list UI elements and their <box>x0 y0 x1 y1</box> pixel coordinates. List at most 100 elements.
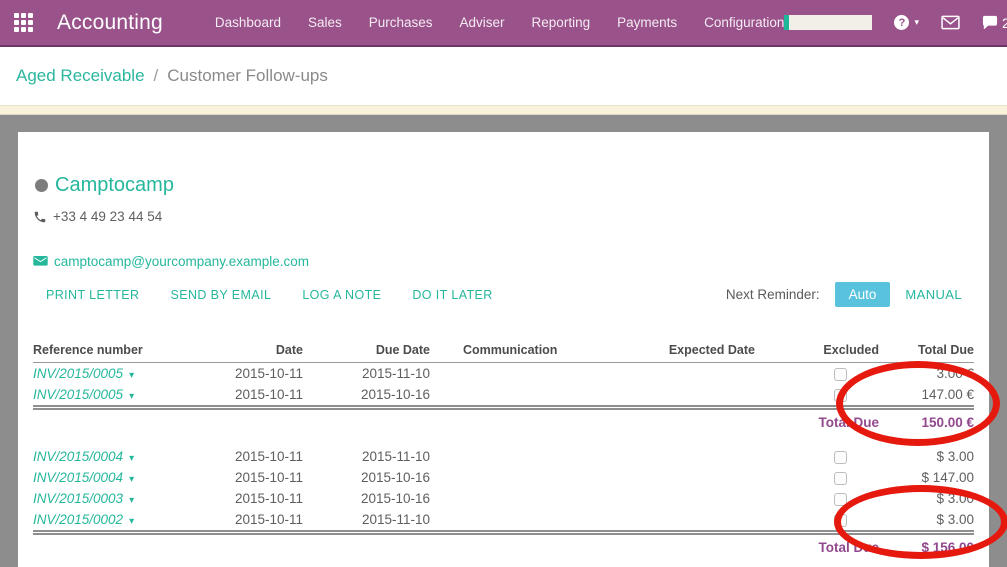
invoice-ref-link[interactable]: INV/2015/0004 <box>33 449 123 464</box>
invoice-expected-date <box>633 363 793 385</box>
invoice-ref-link[interactable]: INV/2015/0005 <box>33 366 123 381</box>
caret-down-icon[interactable]: ▾ <box>129 474 134 485</box>
print-letter-button[interactable]: PRINT LETTER <box>46 288 139 302</box>
breadcrumb: Aged Receivable / Customer Follow-ups <box>0 47 1007 105</box>
excluded-checkbox[interactable] <box>834 451 847 464</box>
partner-status-dot-icon <box>35 179 48 192</box>
invoice-communication <box>463 467 633 488</box>
nav-payments[interactable]: Payments <box>617 15 677 30</box>
nav-sales[interactable]: Sales <box>308 15 342 30</box>
caret-down-icon[interactable]: ▾ <box>129 495 134 506</box>
table-header-row: Reference number Date Due Date Communica… <box>33 340 974 363</box>
apps-menu-icon[interactable] <box>14 13 33 32</box>
table-row: INV/2015/0002▾ 2015-10-11 2015-11-10 $ 3… <box>33 509 974 533</box>
invoice-due-date: 2015-10-16 <box>333 488 463 509</box>
breadcrumb-current: Customer Follow-ups <box>167 66 328 86</box>
invoice-due-date: 2015-11-10 <box>333 509 463 533</box>
nav-reporting[interactable]: Reporting <box>532 15 591 30</box>
col-header-communication: Communication <box>463 340 633 363</box>
group-total-row: Total Due $ 156.00 <box>33 533 974 559</box>
send-by-email-button[interactable]: SEND BY EMAIL <box>170 288 271 302</box>
total-due-label: Total Due <box>793 408 888 434</box>
invoice-communication <box>463 509 633 533</box>
main-nav: Dashboard Sales Purchases Adviser Report… <box>215 15 785 30</box>
customer-name[interactable]: Camptocamp <box>55 174 174 197</box>
invoice-date: 2015-10-11 <box>233 467 333 488</box>
chevron-down-icon: ▾ <box>914 17 919 28</box>
reminder-auto-button[interactable]: Auto <box>835 282 891 307</box>
envelope-icon <box>33 256 48 268</box>
customer-email-link[interactable]: camptocamp@yourcompany.example.com <box>54 254 309 269</box>
nav-configuration[interactable]: Configuration <box>704 15 784 30</box>
table-row: INV/2015/0004▾ 2015-10-11 2015-10-16 $ 1… <box>33 467 974 488</box>
table-row: INV/2015/0004 ▾ 2015-10-11 2015-11-10 $ 3… <box>33 446 974 467</box>
invoice-ref-link[interactable]: INV/2015/0003 <box>33 491 123 506</box>
invoice-date: 2015-10-11 <box>233 363 333 385</box>
col-header-excluded: Excluded <box>793 340 888 363</box>
invoice-date: 2015-10-11 <box>233 509 333 533</box>
nav-purchases[interactable]: Purchases <box>369 15 433 30</box>
excluded-checkbox[interactable] <box>834 514 847 527</box>
followup-invoice-table: Reference number Date Due Date Communica… <box>33 340 974 558</box>
followup-report-card: Camptocamp +33 4 49 23 44 54 camptocamp@… <box>18 132 989 567</box>
invoice-date: 2015-10-11 <box>233 446 333 467</box>
invoice-due-date: 2015-11-10 <box>333 446 463 467</box>
caret-down-icon[interactable]: ▾ <box>129 516 134 527</box>
invoice-ref-link[interactable]: INV/2015/0004 <box>33 470 123 485</box>
topbar-input[interactable] <box>784 15 872 30</box>
invoice-expected-date <box>633 509 793 533</box>
caret-down-icon[interactable]: ▾ <box>129 391 134 402</box>
caret-down-icon[interactable]: ▾ <box>129 453 134 464</box>
notice-strip <box>0 105 1007 115</box>
invoice-total-due: 3.00 € <box>888 363 974 385</box>
invoice-communication <box>463 446 633 467</box>
col-header-reference: Reference number <box>33 340 233 363</box>
group-spacer <box>33 433 974 446</box>
phone-icon <box>33 210 47 224</box>
app-title: Accounting <box>57 11 163 35</box>
do-it-later-button[interactable]: DO IT LATER <box>412 288 492 302</box>
col-header-date: Date <box>233 340 333 363</box>
invoice-communication <box>463 363 633 385</box>
table-row: INV/2015/0005▾ 2015-10-11 2015-10-16 147… <box>33 384 974 408</box>
invoice-due-date: 2015-11-10 <box>333 363 463 385</box>
log-a-note-button[interactable]: LOG A NOTE <box>302 288 381 302</box>
invoice-total-due: $ 3.00 <box>888 488 974 509</box>
group-total-row: Total Due 150.00 € <box>33 408 974 434</box>
breadcrumb-parent-link[interactable]: Aged Receivable <box>16 66 145 86</box>
invoice-expected-date <box>633 384 793 408</box>
caret-down-icon[interactable]: ▾ <box>129 370 134 381</box>
excluded-checkbox[interactable] <box>834 472 847 485</box>
invoice-total-due: $ 147.00 <box>888 467 974 488</box>
nav-adviser[interactable]: Adviser <box>460 15 505 30</box>
col-header-total-due: Total Due <box>888 340 974 363</box>
excluded-checkbox[interactable] <box>834 493 847 506</box>
customer-phone: +33 4 49 23 44 54 <box>53 209 162 224</box>
excluded-checkbox[interactable] <box>834 389 847 402</box>
systray: ? ▾ 21 <box>784 15 1007 31</box>
invoice-total-due: 147.00 € <box>888 384 974 408</box>
excluded-checkbox[interactable] <box>834 368 847 381</box>
invoice-date: 2015-10-11 <box>233 488 333 509</box>
messages-menu[interactable]: 21 <box>982 15 1007 31</box>
next-reminder-label: Next Reminder: <box>726 287 820 302</box>
col-header-expected-date: Expected Date <box>633 340 793 363</box>
table-row: INV/2015/0003 ▾ 2015-10-11 2015-10-16 $ 3… <box>33 488 974 509</box>
col-header-due-date: Due Date <box>333 340 463 363</box>
invoice-ref-link[interactable]: INV/2015/0002 <box>33 512 123 527</box>
total-due-label: Total Due <box>793 533 888 559</box>
invoice-communication <box>463 384 633 408</box>
table-row: INV/2015/0005 ▾ 2015-10-11 2015-11-10 3.0… <box>33 363 974 385</box>
topbar: Accounting Dashboard Sales Purchases Adv… <box>0 0 1007 47</box>
invoice-total-due: $ 3.00 <box>888 446 974 467</box>
invoice-communication <box>463 488 633 509</box>
invoice-ref-link[interactable]: INV/2015/0005 <box>33 387 123 402</box>
mail-icon[interactable] <box>941 15 960 30</box>
invoice-date: 2015-10-11 <box>233 384 333 408</box>
nav-dashboard[interactable]: Dashboard <box>215 15 281 30</box>
messages-count-badge: 21 <box>1002 15 1007 31</box>
reminder-manual-button[interactable]: MANUAL <box>905 287 962 302</box>
help-menu[interactable]: ? ▾ <box>894 15 919 30</box>
page-background: Camptocamp +33 4 49 23 44 54 camptocamp@… <box>0 115 1007 567</box>
invoice-expected-date <box>633 446 793 467</box>
